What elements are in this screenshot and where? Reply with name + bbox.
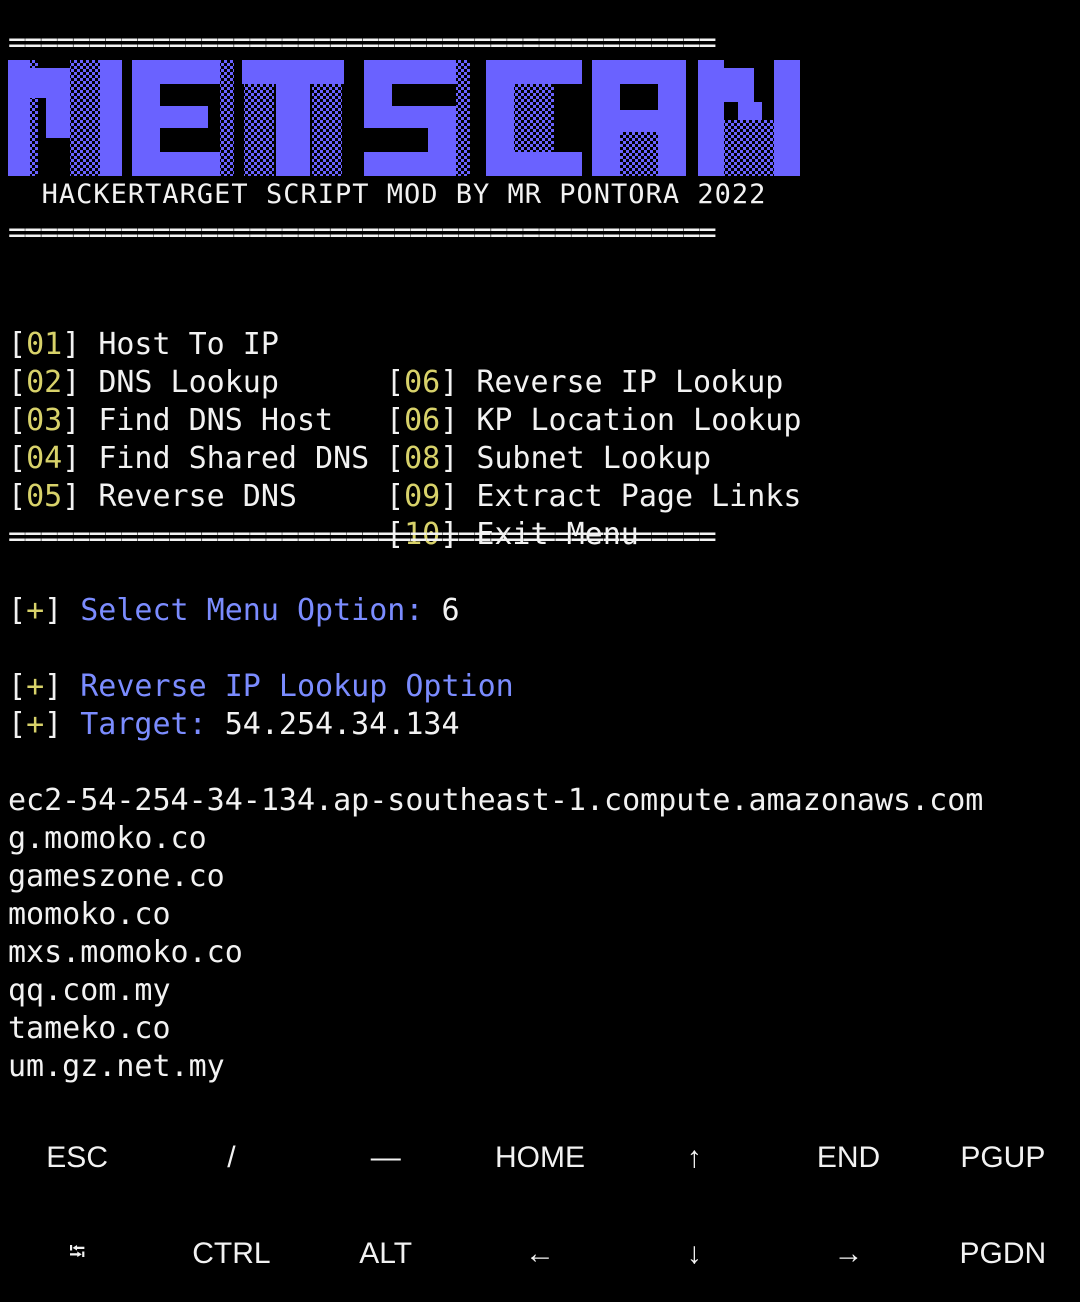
extra-keys-row: ⭾ CTRL ALT ← ↓ → PGDN bbox=[0, 1206, 1080, 1302]
slash-key[interactable]: / bbox=[154, 1110, 308, 1206]
alt-key[interactable]: ALT bbox=[309, 1206, 463, 1302]
result-line: qq.com.my bbox=[8, 973, 171, 1008]
menu-grid: [01] Host To IP [06] Reverse IP Lookup [… bbox=[8, 288, 801, 552]
pgdn-key[interactable]: PGDN bbox=[926, 1206, 1080, 1302]
end-key[interactable]: END bbox=[771, 1110, 925, 1206]
netscan-logo bbox=[8, 60, 800, 176]
select-option-value: 6 bbox=[441, 593, 460, 628]
menu-row: [03] Find DNS Host [08] Subnet Lookup bbox=[8, 364, 711, 476]
menu-item: [05] Reverse DNS bbox=[8, 479, 297, 514]
option-line: [+] Reverse IP Lookup Option bbox=[8, 669, 514, 704]
result-line: g.momoko.co bbox=[8, 821, 207, 856]
home-key[interactable]: HOME bbox=[463, 1110, 617, 1206]
left-arrow-key[interactable]: ← bbox=[463, 1206, 617, 1302]
target-value: 54.254.34.134 bbox=[224, 707, 460, 742]
menu-item: [08] Subnet Lookup bbox=[386, 441, 712, 476]
top-divider: ========================================… bbox=[8, 25, 717, 60]
extra-keys-bar: ESC / — HOME ↑ END PGUP ⭾ CTRL ALT ← ↓ →… bbox=[0, 1110, 1080, 1300]
header-divider: ========================================… bbox=[8, 215, 717, 250]
results-list: ec2-54-254-34-134.ap-southeast-1.compute… bbox=[8, 782, 983, 1086]
down-arrow-key[interactable]: ↓ bbox=[617, 1206, 771, 1302]
tab-key[interactable]: ⭾ bbox=[0, 1206, 154, 1302]
result-line: mxs.momoko.co bbox=[8, 935, 243, 970]
menu-row: [05] Reverse DNS [10] Exit Menu bbox=[8, 440, 639, 552]
extra-keys-row: ESC / — HOME ↑ END PGUP bbox=[0, 1110, 1080, 1206]
select-option-line: [+] Select Menu Option: 6 bbox=[8, 593, 460, 628]
result-line: gameszone.co bbox=[8, 859, 225, 894]
esc-key[interactable]: ESC bbox=[0, 1110, 154, 1206]
menu-item: [06] Reverse IP Lookup bbox=[386, 365, 784, 400]
result-line: tameko.co bbox=[8, 1011, 171, 1046]
dash-key[interactable]: — bbox=[309, 1110, 463, 1206]
menu-item: [09] Extract Page Links bbox=[386, 479, 802, 514]
result-line: ec2-54-254-34-134.ap-southeast-1.compute… bbox=[8, 783, 984, 818]
result-line: momoko.co bbox=[8, 897, 171, 932]
right-arrow-key[interactable]: → bbox=[771, 1206, 925, 1302]
target-line: [+] Target: 54.254.34.134 bbox=[8, 707, 460, 742]
ctrl-key[interactable]: CTRL bbox=[154, 1206, 308, 1302]
menu-row: [04] Find Shared DNS [09] Extract Page L… bbox=[8, 402, 801, 514]
pgup-key[interactable]: PGUP bbox=[926, 1110, 1080, 1206]
menu-divider: ========================================… bbox=[8, 519, 717, 554]
up-arrow-key[interactable]: ↑ bbox=[617, 1110, 771, 1206]
menu-row: [01] Host To IP [06] Reverse IP Lookup bbox=[8, 288, 783, 400]
result-line: um.gz.net.my bbox=[8, 1049, 225, 1084]
subtitle: HACKERTARGET SCRIPT MOD BY MR PONTORA 20… bbox=[41, 179, 767, 210]
menu-item: [06] KP Location Lookup bbox=[386, 403, 802, 438]
menu-row: [02] DNS Lookup [06] KP Location Lookup bbox=[8, 326, 801, 438]
